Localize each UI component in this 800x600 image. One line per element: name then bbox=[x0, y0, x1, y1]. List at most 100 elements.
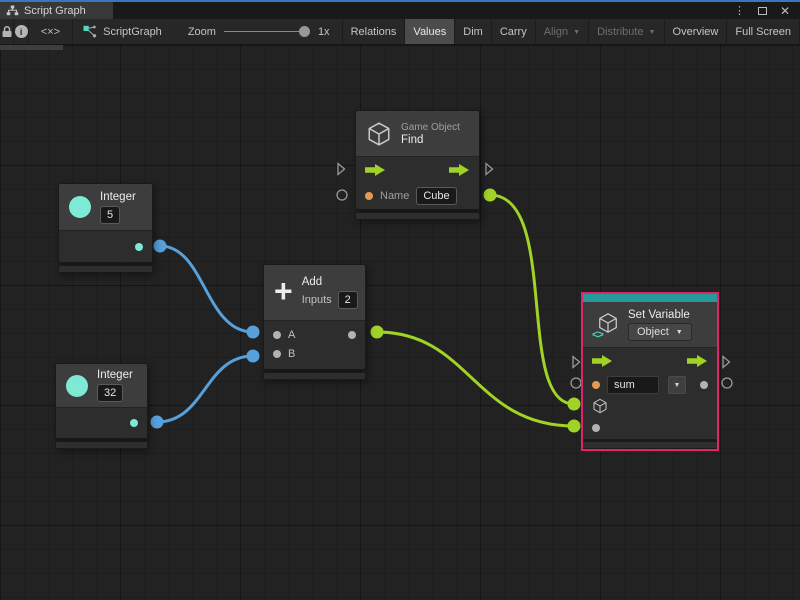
port-add-output[interactable] bbox=[371, 326, 384, 339]
toolbar-button-distribute[interactable]: Distribute ▼ bbox=[588, 19, 663, 44]
flow-in-arrow-icon[interactable] bbox=[365, 164, 386, 176]
node-title: Integer bbox=[100, 191, 136, 203]
value-input-dot[interactable] bbox=[592, 424, 600, 432]
input-b-dot[interactable] bbox=[273, 350, 281, 358]
tab-script-graph[interactable]: Script Graph bbox=[0, 2, 113, 19]
port-setvariable-flow-in[interactable] bbox=[573, 357, 580, 368]
scope-label: Object bbox=[637, 326, 669, 338]
edge-integer5-to-add-a[interactable] bbox=[160, 246, 253, 332]
zoom-slider-handle[interactable] bbox=[299, 26, 310, 37]
edge-integer32-to-add-b[interactable] bbox=[157, 356, 253, 422]
node-footer bbox=[55, 441, 148, 449]
input-a-label: A bbox=[288, 329, 295, 341]
port-setvariable-value-input[interactable] bbox=[568, 420, 581, 433]
toolbar-button-relations[interactable]: Relations bbox=[342, 19, 405, 44]
integer-output-dot[interactable] bbox=[130, 419, 138, 427]
add-icon: + bbox=[274, 278, 293, 304]
flow-in-arrow-icon[interactable] bbox=[592, 355, 613, 367]
variable-name-dropdown-button[interactable]: ▼ bbox=[668, 376, 686, 394]
node-integer-5[interactable]: Integer 5 bbox=[58, 183, 153, 273]
zoom-slider-track bbox=[224, 31, 310, 32]
game-object-cube-icon bbox=[366, 121, 392, 147]
port-find-flow-out[interactable] bbox=[486, 164, 493, 175]
node-title: Find bbox=[401, 134, 423, 146]
node-find[interactable]: Game Object Find Name Cube bbox=[355, 110, 480, 220]
flow-out-arrow-icon[interactable] bbox=[687, 355, 708, 367]
graph-canvas[interactable]: Integer 5 Integer 32 bbox=[0, 45, 800, 599]
port-setvariable-value-out[interactable] bbox=[722, 378, 732, 388]
name-value-field[interactable]: Cube bbox=[416, 187, 456, 205]
toolbar-button-dim[interactable]: Dim bbox=[454, 19, 491, 44]
inputs-label: Inputs bbox=[302, 294, 332, 306]
zoom-label: Zoom bbox=[188, 26, 216, 38]
zoom-value: 1x bbox=[318, 26, 330, 38]
integer-icon bbox=[69, 196, 91, 218]
graph-breadcrumb[interactable]: ScriptGraph bbox=[73, 19, 174, 44]
toolbar-button-carry[interactable]: Carry bbox=[491, 19, 535, 44]
inputs-count-field[interactable]: 2 bbox=[338, 291, 358, 309]
object-input-cube-icon[interactable] bbox=[592, 398, 608, 414]
node-set-variable[interactable]: <> Set Variable Object ▼ bbox=[581, 292, 719, 451]
tab-title: Script Graph bbox=[24, 5, 86, 17]
toolbar-button-fullscreen[interactable]: Full Screen bbox=[726, 19, 800, 44]
lock-button[interactable] bbox=[0, 19, 14, 44]
node-add[interactable]: + Add Inputs 2 A B bbox=[263, 264, 366, 380]
set-variable-icon: <> bbox=[593, 312, 619, 338]
integer-icon bbox=[66, 375, 88, 397]
port-find-flow-in[interactable] bbox=[338, 164, 345, 175]
flow-out-arrow-icon[interactable] bbox=[449, 164, 470, 176]
info-button[interactable]: i bbox=[14, 19, 28, 44]
chevron-down-icon: ▼ bbox=[649, 29, 656, 36]
node-title: Add bbox=[302, 276, 322, 288]
variable-scope-dropdown[interactable]: Object ▼ bbox=[628, 323, 692, 341]
integer-output-dot[interactable] bbox=[135, 243, 143, 251]
chevron-down-icon: ▼ bbox=[573, 29, 580, 36]
port-setvariable-name-in[interactable] bbox=[571, 378, 581, 388]
port-add-input-b[interactable] bbox=[247, 350, 260, 363]
input-a-dot[interactable] bbox=[273, 331, 281, 339]
zoom-slider[interactable] bbox=[224, 26, 310, 37]
node-footer bbox=[58, 265, 153, 273]
port-setvariable-object-input[interactable] bbox=[568, 398, 581, 411]
integer-value-field[interactable]: 32 bbox=[97, 384, 123, 402]
info-icon: i bbox=[15, 25, 28, 38]
node-title: Integer bbox=[97, 369, 133, 381]
edge-find-to-setvariable-object[interactable] bbox=[490, 195, 574, 404]
port-find-result-output[interactable] bbox=[484, 189, 497, 202]
variable-kind-strip bbox=[583, 294, 717, 302]
variable-name-input-dot[interactable] bbox=[592, 381, 600, 389]
name-input-dot[interactable] bbox=[365, 192, 373, 200]
port-integer5-output[interactable] bbox=[154, 240, 167, 253]
code-view-button[interactable]: <×> bbox=[29, 19, 73, 44]
port-integer32-output[interactable] bbox=[151, 416, 164, 429]
toolbar-button-values[interactable]: Values bbox=[404, 19, 454, 44]
value-output-dot[interactable] bbox=[700, 381, 708, 389]
variable-name-select[interactable]: sum bbox=[607, 376, 659, 394]
script-graph-icon bbox=[83, 25, 97, 38]
graph-name: ScriptGraph bbox=[103, 26, 162, 38]
node-footer bbox=[355, 212, 480, 220]
toolbar-button-overview[interactable]: Overview bbox=[664, 19, 727, 44]
name-label: Name bbox=[380, 190, 409, 202]
output-dot[interactable] bbox=[348, 331, 356, 339]
tab-bar: Script Graph ⋮ ✕ bbox=[0, 2, 800, 19]
node-integer-32[interactable]: Integer 32 bbox=[55, 363, 148, 449]
node-footer bbox=[583, 441, 717, 449]
chevron-down-icon: ▼ bbox=[674, 382, 681, 389]
distribute-label: Distribute bbox=[597, 26, 643, 38]
window-menu-icon[interactable]: ⋮ bbox=[734, 4, 745, 17]
toolbar-button-align[interactable]: Align ▼ bbox=[535, 19, 588, 44]
chevron-down-icon: ▼ bbox=[676, 329, 683, 336]
lock-icon bbox=[1, 25, 13, 38]
node-category: Game Object bbox=[401, 122, 460, 133]
port-find-name-in[interactable] bbox=[337, 190, 347, 200]
port-setvariable-flow-out[interactable] bbox=[723, 357, 730, 368]
edge-add-to-setvariable-value[interactable] bbox=[377, 332, 574, 426]
maximize-icon[interactable] bbox=[758, 7, 767, 15]
integer-value-field[interactable]: 5 bbox=[100, 206, 120, 224]
close-icon[interactable]: ✕ bbox=[780, 4, 790, 18]
align-label: Align bbox=[544, 26, 568, 38]
graph-toolbar: i <×> ScriptGraph Zoom 1x Relations Valu… bbox=[0, 19, 800, 45]
port-add-input-a[interactable] bbox=[247, 326, 260, 339]
input-b-label: B bbox=[288, 348, 295, 360]
